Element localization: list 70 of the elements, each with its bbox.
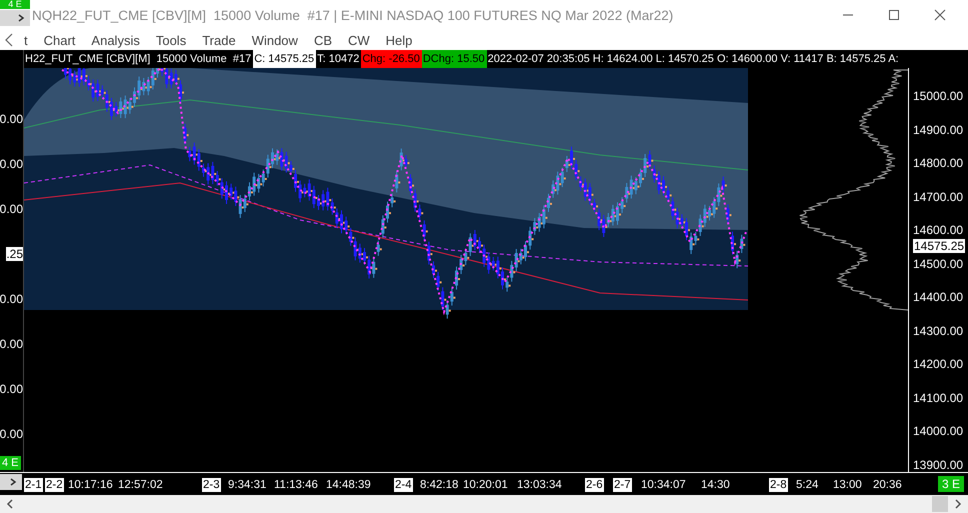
quote-field: H22_FUT_CME [CBV][M] 15000 Volume #17 xyxy=(24,50,254,68)
price-label: 15000.00 xyxy=(913,89,964,103)
status-badge: 4 E xyxy=(0,0,30,9)
menu-item[interactable]: CW xyxy=(348,32,370,48)
scroll-right-button[interactable] xyxy=(0,10,30,26)
time-label: 13:00 xyxy=(833,478,862,492)
price-label: 0.00 xyxy=(0,202,23,216)
price-label: 14500.00 xyxy=(913,256,964,271)
time-label: 2-1 xyxy=(24,478,43,492)
chevron-right-icon xyxy=(9,478,17,486)
menu-item[interactable]: Chart xyxy=(44,32,76,48)
status-badge: 4 E xyxy=(0,456,21,470)
chevron-left-icon[interactable] xyxy=(4,33,14,47)
price-label: 14400.00 xyxy=(913,290,964,304)
price-label: 0.00 xyxy=(0,292,23,306)
time-label: 12:57:02 xyxy=(118,478,163,492)
time-label: 14:30 xyxy=(701,478,730,492)
price-label: 14600.00 xyxy=(913,223,964,238)
scroll-left-icon[interactable] xyxy=(6,499,14,509)
time-label: 2-4 xyxy=(394,478,413,492)
time-label: 14:48:39 xyxy=(326,478,371,492)
time-label: 8:42:18 xyxy=(420,478,458,492)
window-title: NQH22_FUT_CME [CBV][M] 15000 Volume #17 | E-MINI NASDAQ 100 FUTURES NQ Mar 2022 (Mar22) xyxy=(32,8,674,22)
menu-item[interactable]: CB xyxy=(314,32,332,48)
price-label: 14000.00 xyxy=(913,424,964,438)
price-label: 0.00 xyxy=(0,337,23,351)
close-icon[interactable] xyxy=(934,9,946,21)
time-label: 9:34:31 xyxy=(228,478,266,492)
quote-field: T: 10472 xyxy=(316,50,362,68)
chevron-right-icon xyxy=(17,14,25,22)
time-label: 10:20:01 xyxy=(463,478,508,492)
menu-item[interactable]: Analysis xyxy=(91,32,140,48)
quote-field: 2022-02-07 20:35:05 H: 14624.00 L: 14570.25 O: 14600.00 V: 11417 B: 14575.25 A: xyxy=(486,50,901,68)
price-label: 0.00 xyxy=(0,112,23,126)
time-label: 10:34:07 xyxy=(641,478,686,492)
price-label: 14200.00 xyxy=(913,357,964,372)
menu-item[interactable]: Trade xyxy=(202,32,236,48)
time-label: 2-6 xyxy=(585,478,604,492)
scroll-thumb[interactable] xyxy=(932,496,948,512)
menu-item[interactable]: Window xyxy=(252,32,298,48)
last-price-label: 14575.25 xyxy=(913,239,966,253)
quote-field: DChg: 15.50 xyxy=(422,50,487,68)
price-label: 14100.00 xyxy=(913,390,964,405)
price-label: 14900.00 xyxy=(913,122,964,137)
time-label: 11:13:46 xyxy=(274,478,318,492)
price-label: .25 xyxy=(6,247,23,261)
scroll-right-icon[interactable] xyxy=(954,499,962,509)
price-label: 14800.00 xyxy=(913,156,964,170)
menu-item[interactable]: Help xyxy=(386,32,412,48)
price-label: 14300.00 xyxy=(913,324,964,338)
time-label: 2-2 xyxy=(45,478,64,492)
price-label: 0.00 xyxy=(0,157,23,171)
time-label: 5:24 xyxy=(796,478,818,492)
maximize-icon[interactable] xyxy=(888,9,900,21)
price-label: 14700.00 xyxy=(913,190,964,204)
menu-item[interactable]: t xyxy=(24,32,28,48)
time-label: 13:03:34 xyxy=(517,478,562,492)
time-label: 20:36 xyxy=(873,478,902,492)
menu-item[interactable]: Tools xyxy=(156,32,186,48)
time-label: 2-8 xyxy=(769,478,788,492)
scroll-right-button[interactable] xyxy=(0,474,22,490)
status-badge: 3 E xyxy=(938,476,964,492)
time-label: 2-7 xyxy=(613,478,632,492)
quote-field: Chg: -26.50 xyxy=(361,50,422,68)
time-label: 10:17:16 xyxy=(68,478,113,492)
price-label: 0.00 xyxy=(0,427,23,441)
price-label: 13900.00 xyxy=(913,458,964,472)
quote-field: C: 14575.25 xyxy=(253,50,316,68)
time-label: 2-3 xyxy=(202,478,221,492)
price-label: 0.00 xyxy=(0,382,23,396)
